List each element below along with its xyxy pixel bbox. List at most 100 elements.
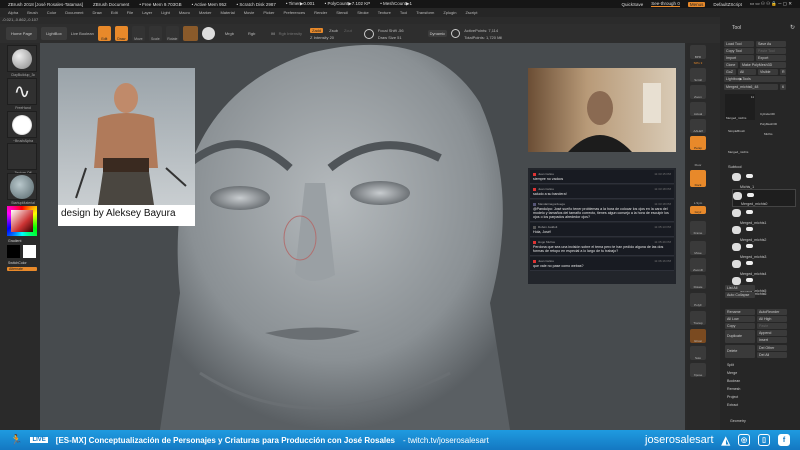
scroll-button[interactable]: Scroll [690,68,706,82]
draw-size-slider[interactable]: Draw Size 51 [378,35,404,40]
live-boolean-button[interactable]: Live Boolean [71,31,94,36]
focal-shift-slider[interactable]: Focal Shift -56 [378,28,404,33]
menu-document[interactable]: Document [65,10,83,15]
transp-button[interactable]: Transp [690,311,706,325]
menu-color[interactable]: Color [47,10,57,15]
project-menu[interactable]: Project [725,394,787,400]
goz-button[interactable]: GoZ [724,69,736,75]
move-button[interactable]: Move [131,26,145,41]
save-as-button[interactable]: Save As [756,41,786,47]
dock-button[interactable]: Dock [690,170,706,187]
secondary-color-swatch[interactable] [23,245,36,258]
del-other-button[interactable]: Del Other [757,345,787,351]
bpr-button[interactable]: BPR [690,45,706,59]
visible-button[interactable]: Visible [758,69,778,75]
solo-button[interactable]: Solo [690,346,706,360]
tool-thumb-simplebrush[interactable]: SimpleBrush [728,129,745,133]
zoom-button[interactable]: Zoom [690,85,706,99]
move-view-button[interactable]: Move [690,241,706,255]
geometry-menu[interactable]: Geometry [728,418,778,424]
stroke-selector[interactable]: ∿ FreeHand [7,78,37,110]
color-picker[interactable] [7,206,37,236]
refresh-icon[interactable]: ↻ [790,24,795,31]
lsym-button[interactable]: L.Sym [690,191,706,205]
menu-texture[interactable]: Texture [378,10,391,15]
duplicate-button[interactable]: Duplicate [725,330,755,343]
load-tool-button[interactable]: Load Tool [724,41,754,47]
subtool-item[interactable]: Merged_michis3 [732,241,796,259]
export-button[interactable]: Export [756,55,786,61]
all-button[interactable]: All [738,69,756,75]
paste-subtool-button[interactable]: Paste [757,323,787,329]
tool-thumb-michis[interactable]: Michis [764,132,773,136]
brush-selector[interactable]: ClayBuildup_3c [7,45,37,77]
gradient-label[interactable]: Gradient [8,239,21,243]
ghost-button[interactable]: Ghost [690,329,706,343]
all-high-button[interactable]: All High [757,316,787,322]
make-polymesh-button[interactable]: Make PolyMesh3D [740,62,786,68]
remesh-menu[interactable]: Remesh [725,386,787,392]
subtool-item[interactable]: Merged_michis2 [732,224,796,242]
menu-movie[interactable]: Movie [244,10,255,15]
draw-button[interactable]: Draw [114,26,128,41]
see-through-slider[interactable]: See-through 0 [651,1,680,7]
menus-button[interactable]: Menus [687,1,706,7]
menu-marker[interactable]: Marker [199,10,211,15]
floor-button[interactable]: Floor [690,153,706,167]
xpose-button[interactable]: Xpose [690,363,706,377]
clone-button[interactable]: Clone [724,62,738,68]
tool-thumb-cylinder[interactable]: Cylinder3D [760,112,775,116]
menu-stroke[interactable]: Stroke [357,10,369,15]
menu-preferences[interactable]: Preferences [284,10,306,15]
switch-color-button[interactable]: SwitchColor [8,261,27,265]
rotate-view-button[interactable]: Rotate [690,275,706,289]
paste-tool-button[interactable]: Paste Tool [756,48,786,54]
all-low-button[interactable]: All Low [725,316,755,322]
rename-button[interactable]: Rename [725,309,755,315]
texture-selector[interactable]: Texture Off [7,143,37,175]
menu-picker[interactable]: Picker [263,10,274,15]
rotate-button[interactable]: Rotate [165,26,179,41]
scale-button[interactable]: Scale [148,26,162,41]
menu-light[interactable]: Light [161,10,170,15]
persp-button[interactable]: Persp [690,136,706,150]
r-button[interactable]: R [780,69,786,75]
tool-thumb-polymesh[interactable]: PolyMesh3D [760,122,777,126]
material-selector[interactable]: StartupMaterial [7,173,37,205]
zsub-button[interactable]: Zsub [329,28,338,33]
zadd-button[interactable]: Zadd [310,27,324,33]
menu-render[interactable]: Render [314,10,327,15]
brush-icon[interactable] [201,27,215,40]
aahalf-button[interactable]: AAHalf [690,119,706,133]
edit-button[interactable]: Edit [97,26,111,41]
copy-tool-button[interactable]: Copy Tool [724,48,754,54]
menu-tool[interactable]: Tool [400,10,407,15]
subtool-item[interactable]: Merged_michis1 [732,207,796,225]
menu-zplugin[interactable]: Zplugin [443,10,456,15]
append-button[interactable]: Append [757,330,787,336]
menu-material[interactable]: Material [220,10,234,15]
autoreorder-button[interactable]: AutoReorder [757,309,787,315]
m-button[interactable]: M [271,31,274,36]
list-all-button[interactable]: List All [725,285,755,291]
zoom3d-button[interactable]: ZoomD [690,258,706,272]
split-menu[interactable]: Split [725,362,787,368]
quicksave-button[interactable]: QuickSave [622,2,644,7]
subtool-section-title[interactable]: Subtool [728,164,742,169]
menu-draw[interactable]: Draw [92,10,101,15]
mrgb-button[interactable]: Mrgb [225,31,234,36]
menu-transform[interactable]: Transform [416,10,434,15]
default-zscript-button[interactable]: DefaultZScript [713,2,742,7]
gxyz-button[interactable]: Gxyz [690,206,706,214]
rgb-intensity-slider[interactable]: Rgb Intensity [279,31,302,36]
spix-slider[interactable]: SPix 3 [690,60,706,65]
menu-brush[interactable]: Brush [27,10,37,15]
copy-subtool-button[interactable]: Copy [725,323,755,329]
tool-thumb-merged[interactable]: 11 Merged_michis [725,94,755,120]
alternate-button[interactable]: Alternate [7,267,37,271]
window-controls[interactable]: ▭ ▭ ⚇ ⚇ 🔒 ─ ▢ ✕ [750,1,792,7]
delete-button[interactable]: Delete [725,345,755,358]
menu-file[interactable]: File [127,10,133,15]
primary-color-swatch[interactable] [7,245,20,258]
z-intensity-slider[interactable]: Z Intensity 20 [310,35,352,40]
